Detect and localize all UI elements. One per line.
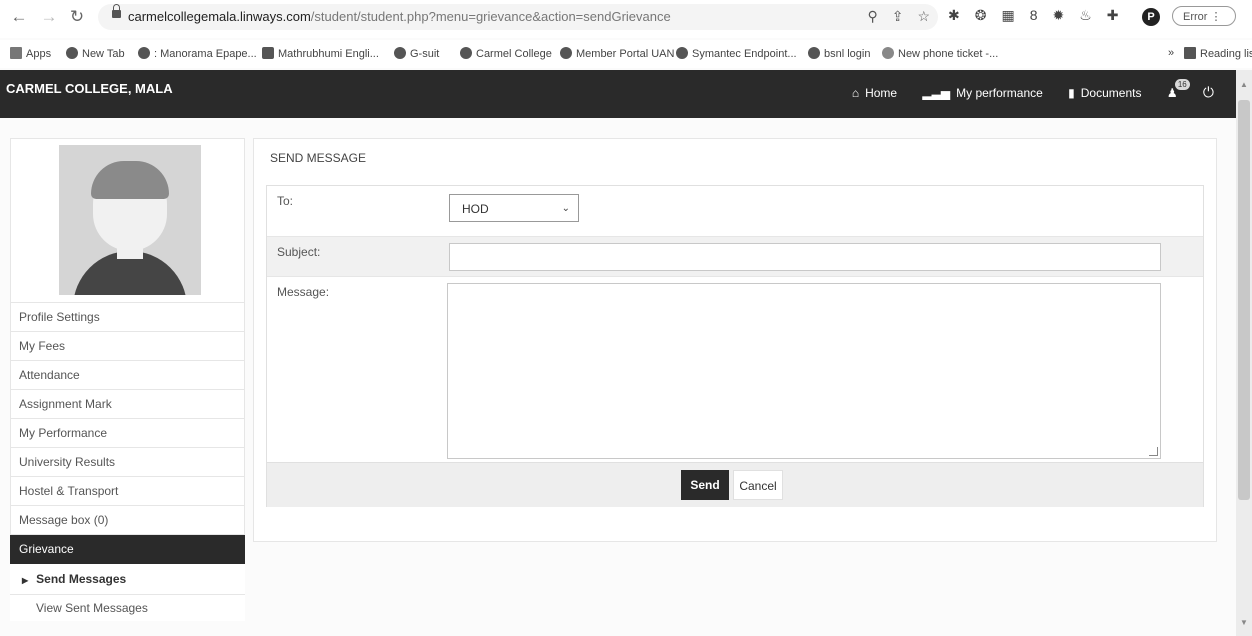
error-button[interactable]: Error ⋮ <box>1172 6 1236 26</box>
panel-title: SEND MESSAGE <box>270 151 367 165</box>
bookmarks-bar: Apps New Tab : Manorama Epape... Mathrub… <box>0 40 1252 68</box>
sidebar: Profile Settings My Fees Attendance Assi… <box>10 138 245 621</box>
message-textarea[interactable] <box>447 283 1161 459</box>
sidebar-item-university-results[interactable]: University Results <box>10 448 245 477</box>
message-form: To: HOD ⌄ Subject: Message: Send Cancel <box>266 185 1204 507</box>
signal-bars-icon: ▂▃▅ <box>922 86 951 100</box>
subject-row: Subject: <box>267 236 1203 277</box>
bookmark-star-icon[interactable]: ☆ <box>917 8 930 24</box>
sidebar-subitem-view-sent-messages[interactable]: View Sent Messages <box>10 595 245 621</box>
bookmark-item[interactable]: Mathrubhumi Engli... <box>262 47 379 60</box>
extension-icon[interactable]: 8 <box>1030 7 1038 23</box>
nav-home[interactable]: ⌂ Home <box>852 86 897 100</box>
resize-handle-icon[interactable] <box>1149 447 1158 456</box>
scrollbar-thumb[interactable] <box>1238 100 1250 500</box>
extension-icon[interactable]: ✹ <box>1053 7 1065 23</box>
apps-grid-icon <box>10 47 22 59</box>
power-icon[interactable]: ⏻ <box>1203 84 1214 100</box>
button-row: Send Cancel <box>267 462 1203 507</box>
subject-label: Subject: <box>277 245 321 259</box>
sidebar-item-hostel-transport[interactable]: Hostel & Transport <box>10 477 245 506</box>
profile-photo-box <box>10 138 245 302</box>
scroll-up-icon[interactable]: ▲ <box>1240 80 1248 89</box>
message-label: Message: <box>277 285 330 299</box>
bookmark-apps[interactable]: Apps <box>10 47 51 60</box>
chevron-down-icon: ⌄ <box>561 203 570 214</box>
globe-icon <box>460 47 472 59</box>
extension-icon[interactable]: ❂ <box>975 7 987 23</box>
home-icon: ⌂ <box>851 86 860 100</box>
reading-list[interactable]: Reading list <box>1184 47 1252 60</box>
bookmark-item[interactable]: : Manorama Epape... <box>138 47 257 60</box>
bookmarks-overflow[interactable]: » <box>1168 47 1174 59</box>
globe-icon <box>808 47 820 59</box>
profile-avatar[interactable]: P <box>1142 8 1160 26</box>
notifications-button[interactable]: ♟ 16 <box>1167 79 1190 100</box>
reload-icon[interactable]: ↻ <box>66 6 88 28</box>
extension-icon[interactable]: ✱ <box>948 7 960 23</box>
bookmark-item[interactable]: New phone ticket -... <box>882 47 998 60</box>
google-icon <box>394 47 406 59</box>
subject-input[interactable] <box>449 243 1161 271</box>
sidebar-item-attendance[interactable]: Attendance <box>10 361 245 390</box>
to-select[interactable]: HOD ⌄ <box>449 194 579 222</box>
send-message-panel: SEND MESSAGE To: HOD ⌄ Subject: Message: … <box>253 138 1217 542</box>
url-text: carmelcollegemala.linways.com/student/st… <box>128 9 671 24</box>
sidebar-item-my-performance[interactable]: My Performance <box>10 419 245 448</box>
globe-icon <box>66 47 78 59</box>
puzzle-icon[interactable]: ✚ <box>1107 7 1119 23</box>
phone-icon <box>882 47 894 59</box>
reading-list-icon <box>1184 47 1196 59</box>
site-title: CARMEL COLLEGE, MALA <box>6 81 173 96</box>
scroll-down-icon[interactable]: ▼ <box>1240 618 1248 627</box>
page-scrollbar[interactable]: ▲ ▼ <box>1236 70 1252 636</box>
grid-extension-icon[interactable]: ▦ <box>1001 7 1014 23</box>
browser-toolbar: ← → ↻ carmelcollegemala.linways.com/stud… <box>0 0 1252 38</box>
send-button[interactable]: Send <box>681 470 729 500</box>
bookmark-item[interactable]: G-suit <box>394 47 439 60</box>
globe-icon <box>560 47 572 59</box>
site-header: CARMEL COLLEGE, MALA ⌂ Home ▂▃▅ My perform… <box>0 70 1252 118</box>
bookmark-item[interactable]: New Tab <box>66 47 125 60</box>
bookmark-item[interactable]: bsnl login <box>808 47 870 60</box>
sidebar-item-message-box[interactable]: Message box (0) <box>10 506 245 535</box>
bookmark-item[interactable]: Member Portal UAN <box>560 47 674 60</box>
sidebar-item-grievance[interactable]: Grievance <box>10 535 245 564</box>
back-icon[interactable]: ← <box>8 6 30 28</box>
extension-icon[interactable]: ♨ <box>1079 7 1092 23</box>
site-icon <box>138 47 150 59</box>
nav-documents[interactable]: ▮ Documents <box>1068 86 1141 100</box>
avatar <box>59 145 201 295</box>
lock-icon <box>112 4 121 18</box>
mail-icon <box>262 47 274 59</box>
top-nav: ⌂ Home ▂▃▅ My performance ▮ Documents ♟ 16 ⏻ <box>830 79 1214 101</box>
cancel-button[interactable]: Cancel <box>733 470 783 500</box>
sidebar-item-my-fees[interactable]: My Fees <box>10 332 245 361</box>
sidebar-subitem-send-messages[interactable]: ▶ Send Messages <box>10 564 245 595</box>
caret-right-icon: ▶ <box>22 576 29 585</box>
zoom-icon[interactable]: ⚲ <box>867 8 877 24</box>
bookmark-item[interactable]: Carmel College <box>460 47 552 60</box>
address-bar[interactable]: carmelcollegemala.linways.com/student/st… <box>98 4 938 30</box>
globe-icon <box>676 47 688 59</box>
sidebar-item-assignment-mark[interactable]: Assignment Mark <box>10 390 245 419</box>
to-row: To: HOD ⌄ <box>267 186 1203 236</box>
nav-performance[interactable]: ▂▃▅ My performance <box>922 86 1042 100</box>
to-label: To: <box>277 194 294 208</box>
share-icon[interactable]: ⇪ <box>892 8 904 24</box>
forward-icon[interactable]: → <box>38 6 60 28</box>
message-row: Message: <box>267 276 1203 463</box>
sidebar-item-profile-settings[interactable]: Profile Settings <box>10 302 245 332</box>
extensions-area: ✱ ❂ ▦ 8 ✹ ♨ ✚ <box>948 7 1134 24</box>
notification-badge: 16 <box>1174 79 1190 90</box>
document-icon: ▮ <box>1068 86 1075 100</box>
bookmark-item[interactable]: Symantec Endpoint... <box>676 47 797 60</box>
